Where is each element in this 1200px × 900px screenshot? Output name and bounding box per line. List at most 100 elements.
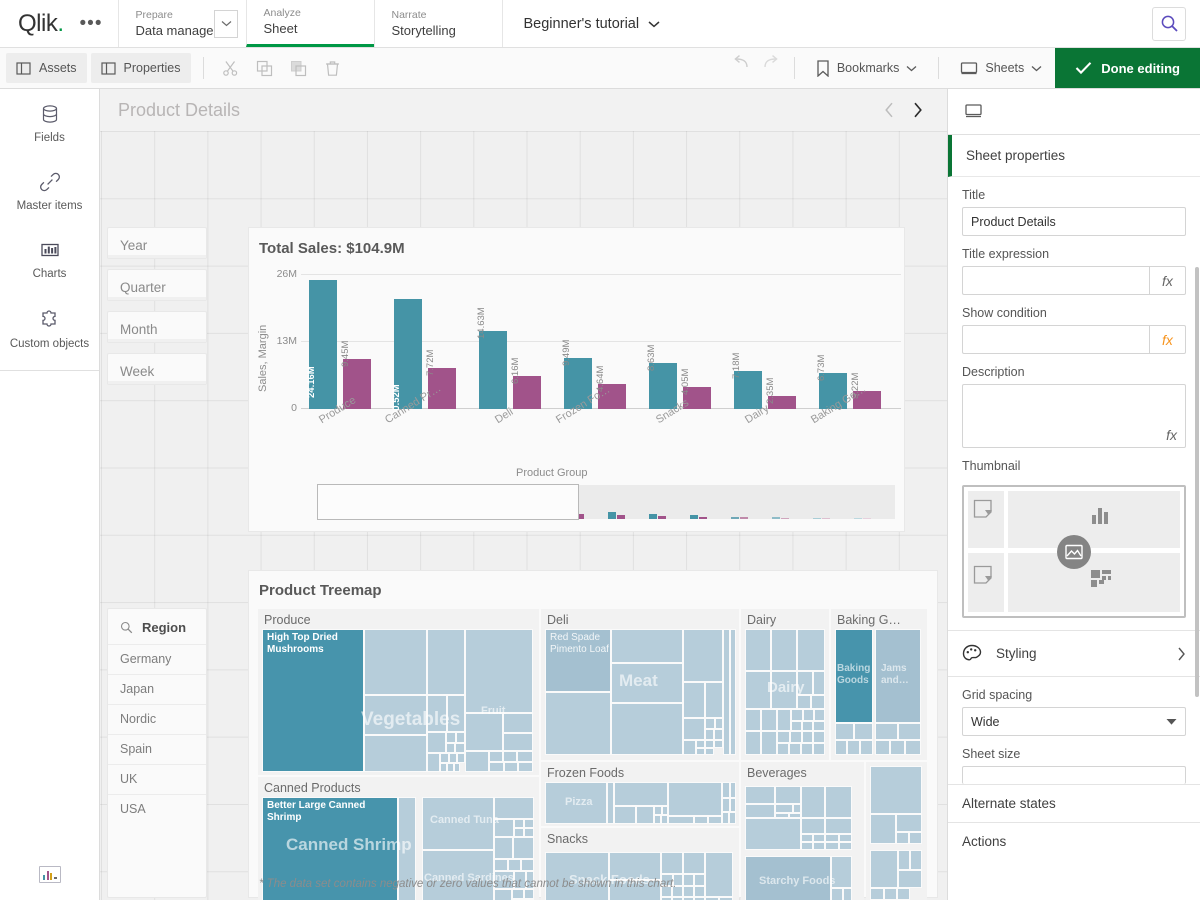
treemap-leaf[interactable] bbox=[898, 723, 921, 740]
treemap-leaf[interactable] bbox=[730, 782, 736, 798]
filter-pane-region[interactable]: Region Germany Japan Nordic Spain UK USA bbox=[107, 608, 207, 898]
treemap-leaf[interactable] bbox=[489, 762, 504, 772]
filter-pane-year[interactable]: Year bbox=[107, 227, 207, 259]
list-item[interactable]: Nordic bbox=[108, 704, 206, 734]
treemap-leaf[interactable] bbox=[705, 682, 723, 718]
treemap-group-beverages[interactable]: Beverages bbox=[741, 762, 864, 900]
treemap-leaf[interactable] bbox=[814, 709, 825, 721]
rail-item-charts[interactable]: Charts bbox=[0, 225, 99, 293]
treemap-leaf[interactable] bbox=[790, 731, 802, 743]
treemap-leaf[interactable] bbox=[364, 735, 427, 772]
treemap-leaf[interactable] bbox=[654, 815, 661, 824]
treemap-leaf[interactable] bbox=[456, 732, 465, 743]
treemap-leaf[interactable] bbox=[905, 740, 921, 755]
treemap-leaf[interactable] bbox=[870, 850, 898, 888]
treemap-leaf[interactable] bbox=[694, 886, 705, 897]
redo-button[interactable] bbox=[756, 48, 786, 78]
alternate-states-row[interactable]: Alternate states bbox=[948, 784, 1200, 822]
treemap-leaf[interactable] bbox=[668, 782, 722, 816]
treemap-leaf[interactable] bbox=[696, 740, 705, 748]
qlik-logo[interactable]: Qlik. bbox=[18, 10, 64, 38]
treemap-leaf[interactable] bbox=[745, 709, 761, 731]
treemap-leaf[interactable] bbox=[494, 859, 508, 871]
treemap-leaf[interactable] bbox=[801, 743, 813, 755]
next-sheet-button[interactable] bbox=[903, 96, 931, 124]
treemap-leaf[interactable] bbox=[797, 695, 811, 709]
treemap-leaf[interactable] bbox=[870, 814, 896, 844]
treemap-leaf[interactable] bbox=[875, 740, 890, 755]
treemap-leaf[interactable] bbox=[427, 629, 465, 695]
treemap-group-deli[interactable]: Deli Red Spade Pimento Loaf bbox=[541, 609, 739, 760]
treemap-leaf[interactable] bbox=[683, 874, 694, 886]
chart-thumbnail-icon[interactable] bbox=[39, 866, 61, 883]
treemap-leaf[interactable] bbox=[791, 721, 802, 731]
treemap-leaf[interactable] bbox=[714, 740, 723, 748]
treemap-leaf[interactable] bbox=[427, 753, 440, 772]
treemap-leaf[interactable] bbox=[514, 828, 524, 837]
treemap-leaf-jams[interactable] bbox=[875, 629, 921, 723]
treemap-leaf[interactable] bbox=[446, 743, 455, 753]
treemap-leaf[interactable] bbox=[683, 629, 723, 682]
treemap-leaf[interactable] bbox=[457, 753, 465, 763]
treemap-leaf[interactable] bbox=[722, 782, 730, 798]
treemap-leaf[interactable] bbox=[771, 671, 797, 709]
treemap-leaf[interactable] bbox=[422, 850, 494, 900]
thumbnail-image-button[interactable] bbox=[1057, 535, 1091, 569]
treemap-leaf[interactable] bbox=[715, 718, 723, 729]
treemap-leaf[interactable] bbox=[614, 806, 636, 824]
treemap-leaf[interactable] bbox=[705, 748, 714, 755]
actions-row[interactable]: Actions bbox=[948, 822, 1200, 860]
treemap-leaf[interactable] bbox=[683, 718, 705, 740]
treemap-leaf[interactable] bbox=[801, 842, 813, 850]
chart-scroll-window[interactable] bbox=[317, 484, 579, 520]
treemap-leaf[interactable] bbox=[683, 852, 705, 874]
treemap-leaf[interactable] bbox=[870, 888, 884, 900]
treemap-leaf[interactable] bbox=[831, 856, 852, 888]
title-expression-fx-button[interactable]: fx bbox=[1149, 266, 1186, 295]
treemap-leaf[interactable] bbox=[896, 814, 922, 832]
treemap-leaf[interactable] bbox=[745, 731, 761, 755]
treemap-leaf[interactable] bbox=[801, 786, 825, 818]
treemap-leaf[interactable] bbox=[723, 629, 730, 755]
treemap-leaf[interactable] bbox=[813, 834, 825, 842]
treemap-leaf[interactable] bbox=[683, 682, 705, 718]
title-expression-input[interactable] bbox=[962, 266, 1149, 295]
nav-section-analyze[interactable]: Analyze Sheet bbox=[246, 0, 374, 47]
treemap-leaf-red-spade-pimento-loaf[interactable]: Red Spade Pimento Loaf bbox=[545, 629, 611, 692]
treemap-leaf[interactable] bbox=[745, 804, 775, 818]
treemap-leaf[interactable] bbox=[518, 762, 533, 772]
treemap-leaf[interactable] bbox=[694, 816, 708, 824]
treemap-leaf[interactable] bbox=[897, 888, 910, 900]
treemap-leaf[interactable] bbox=[890, 740, 905, 755]
treemap-leaf[interactable] bbox=[825, 786, 852, 818]
undo-button[interactable] bbox=[726, 48, 756, 78]
treemap-leaf[interactable] bbox=[364, 629, 427, 695]
more-menu-button[interactable]: ••• bbox=[74, 10, 109, 37]
treemap-leaf[interactable] bbox=[797, 629, 825, 671]
treemap-leaf[interactable] bbox=[661, 852, 683, 874]
sheet-size-select[interactable] bbox=[962, 766, 1186, 784]
paste-button[interactable] bbox=[284, 53, 314, 83]
bar-sales-deli[interactable] bbox=[479, 331, 507, 409]
treemap-leaf[interactable] bbox=[910, 850, 922, 870]
styling-row[interactable]: Styling bbox=[948, 631, 1200, 677]
treemap-leaf[interactable] bbox=[668, 816, 694, 824]
treemap-leaf[interactable] bbox=[455, 743, 465, 753]
treemap-leaf[interactable] bbox=[465, 751, 489, 772]
treemap-leaf[interactable] bbox=[524, 819, 534, 828]
treemap-leaf[interactable] bbox=[524, 889, 534, 899]
treemap-leaf[interactable] bbox=[745, 786, 775, 804]
treemap-leaf[interactable] bbox=[875, 723, 898, 740]
sheets-menu[interactable]: Sheets bbox=[947, 48, 1055, 88]
treemap-leaf[interactable] bbox=[661, 815, 668, 824]
treemap-leaf[interactable] bbox=[884, 888, 897, 900]
treemap-leaf-high-top-dried-mushrooms[interactable]: High Top Dried Mushrooms bbox=[262, 629, 364, 772]
treemap-leaf[interactable] bbox=[761, 731, 777, 755]
treemap-leaf[interactable] bbox=[730, 798, 736, 812]
nav-section-prepare[interactable]: Prepare Data manager bbox=[118, 0, 246, 47]
treemap-leaf[interactable] bbox=[898, 870, 922, 888]
thumbnail-preview[interactable] bbox=[962, 485, 1186, 618]
treemap-leaf[interactable] bbox=[494, 837, 513, 859]
list-item[interactable]: Germany bbox=[108, 644, 206, 674]
treemap-leaf[interactable] bbox=[503, 751, 517, 762]
